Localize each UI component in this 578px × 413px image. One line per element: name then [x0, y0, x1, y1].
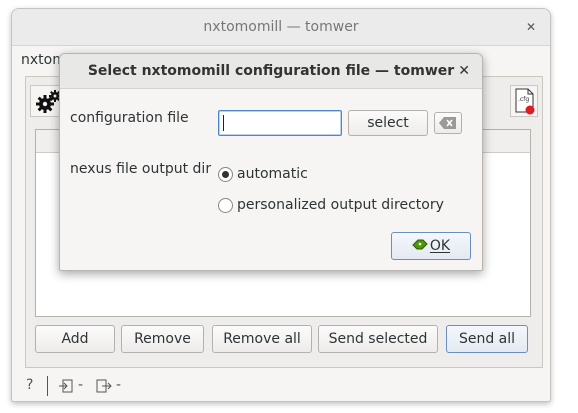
send-all-button[interactable]: Send all [446, 325, 528, 353]
dialog-titlebar: Select nxtomomill configuration file — t… [60, 54, 482, 89]
automatic-radio[interactable] [218, 167, 233, 182]
window-titlebar: nxtomomill — tomwer ✕ [12, 9, 550, 46]
help-icon[interactable]: ? [26, 377, 33, 393]
status-separator [47, 376, 48, 396]
window-close-button[interactable]: ✕ [526, 9, 536, 45]
ok-icon [412, 233, 428, 259]
config-file-input[interactable] [218, 110, 342, 136]
ok-label: OK [429, 238, 451, 254]
output-icon [96, 378, 112, 398]
cfg-file-icon: .cfg [515, 88, 535, 115]
remove-button[interactable]: Remove [121, 325, 204, 353]
send-selected-button[interactable]: Send selected [318, 325, 438, 353]
add-button[interactable]: Add [35, 325, 115, 353]
config-dialog: Select nxtomomill configuration file — t… [59, 53, 483, 271]
input-icon [58, 378, 74, 398]
cfg-label: .cfg [518, 96, 529, 103]
remove-all-button[interactable]: Remove all [212, 325, 312, 353]
output-dir-label: nexus file output dir [70, 161, 212, 177]
text-caret [223, 115, 224, 131]
personalized-radio[interactable] [218, 198, 233, 213]
config-file-button[interactable]: .cfg [510, 85, 538, 117]
output-status: - [116, 377, 122, 393]
automatic-radio-label[interactable]: automatic [237, 166, 308, 182]
window-title: nxtomomill — tomwer [203, 19, 359, 35]
clear-button[interactable] [434, 112, 462, 134]
ok-button[interactable]: OK [391, 232, 471, 260]
status-bar: ? - - [12, 373, 550, 401]
input-status: - [78, 377, 84, 393]
dialog-title: Select nxtomomill configuration file — t… [87, 63, 455, 79]
select-button[interactable]: select [348, 110, 428, 136]
dialog-close-button[interactable]: ✕ [458, 54, 470, 88]
clear-icon [439, 117, 456, 129]
config-file-label: configuration file [70, 110, 189, 126]
personalized-radio-label[interactable]: personalized output directory [237, 197, 444, 213]
